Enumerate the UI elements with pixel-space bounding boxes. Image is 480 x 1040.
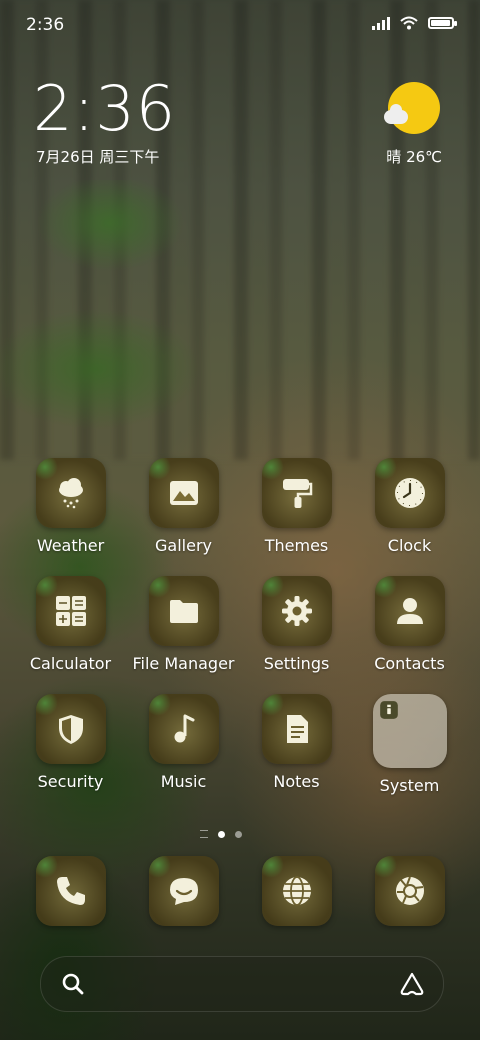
browser-icon xyxy=(282,876,311,906)
folder-system-icon xyxy=(379,701,398,719)
clock-widget-time[interactable]: 2:36 xyxy=(33,72,176,145)
dock-phone[interactable] xyxy=(14,856,127,926)
wifi-icon xyxy=(400,16,418,30)
weather-widget-text[interactable]: 晴 26℃ xyxy=(386,146,442,167)
page-dot-active xyxy=(218,830,225,838)
sunny-cloud-icon xyxy=(384,82,440,134)
dock-messages[interactable] xyxy=(127,856,240,926)
app-calculator[interactable]: Calculator xyxy=(14,576,127,673)
notes-icon xyxy=(286,715,308,743)
assistant-icon[interactable] xyxy=(399,971,425,997)
app-security[interactable]: Security xyxy=(14,694,127,795)
dock xyxy=(14,856,466,926)
phone-icon xyxy=(56,877,85,905)
camera-icon xyxy=(395,876,424,905)
folder-icon xyxy=(169,600,198,623)
shield-icon xyxy=(58,715,83,744)
search-bar[interactable] xyxy=(40,956,444,1012)
battery-icon xyxy=(428,17,457,29)
clock-widget-date[interactable]: 7月26日 周三下午 xyxy=(36,146,159,167)
contacts-icon xyxy=(396,598,423,624)
themes-icon xyxy=(282,479,312,508)
weather-icon xyxy=(58,478,83,509)
dock-browser[interactable] xyxy=(240,856,353,926)
app-contacts[interactable]: Contacts xyxy=(353,576,466,673)
app-grid: Weather Gallery Themes Clock Calculator … xyxy=(14,458,466,816)
calculator-icon xyxy=(55,596,86,626)
app-weather[interactable]: Weather xyxy=(14,458,127,555)
music-icon xyxy=(174,714,194,743)
app-clock[interactable]: Clock xyxy=(353,458,466,555)
folder-system[interactable]: System xyxy=(353,694,466,795)
clock-icon xyxy=(394,478,425,508)
gear-icon xyxy=(281,596,312,626)
messages-icon xyxy=(169,878,198,905)
app-file-manager[interactable]: File Manager xyxy=(127,576,240,673)
page-dot xyxy=(235,830,242,838)
signal-icon xyxy=(372,16,390,30)
status-bar: 2:36 xyxy=(0,0,480,50)
weather-widget[interactable] xyxy=(384,82,444,134)
app-settings[interactable]: Settings xyxy=(240,576,353,673)
page-indicator[interactable] xyxy=(200,830,242,838)
dock-camera[interactable] xyxy=(353,856,466,926)
menu-lines-icon xyxy=(200,830,208,838)
app-notes[interactable]: Notes xyxy=(240,694,353,795)
app-music[interactable]: Music xyxy=(127,694,240,795)
app-gallery[interactable]: Gallery xyxy=(127,458,240,555)
search-icon[interactable] xyxy=(61,972,85,996)
gallery-icon xyxy=(169,481,198,505)
app-themes[interactable]: Themes xyxy=(240,458,353,555)
status-time: 2:36 xyxy=(26,15,65,35)
